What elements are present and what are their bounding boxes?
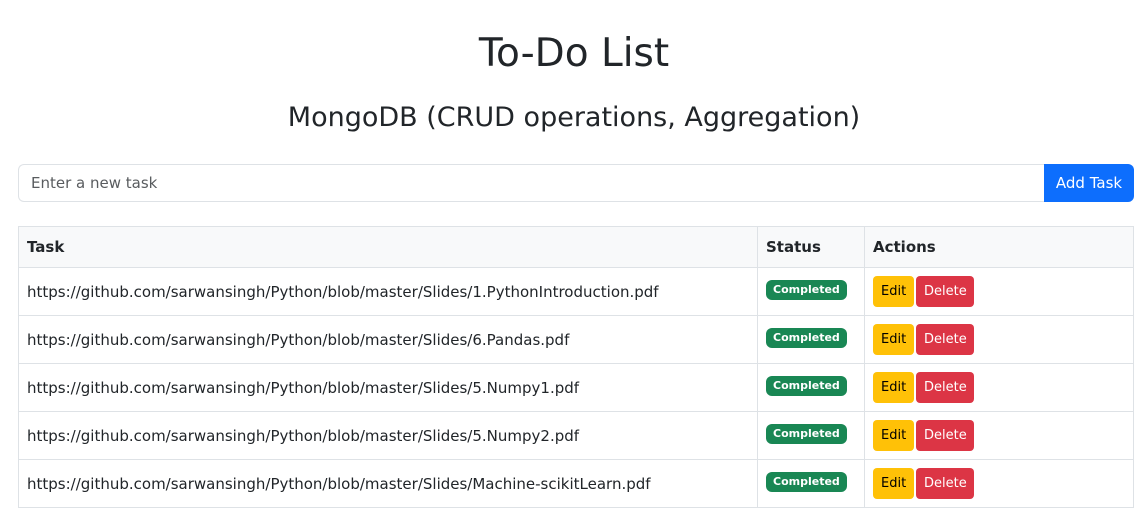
status-badge: Completed [766,376,847,396]
actions-cell: Edit Delete [864,315,1134,364]
table-row: https://github.com/sarwansingh/Python/bl… [18,411,1134,460]
column-header-status: Status [757,226,865,268]
status-badge: Completed [766,280,847,300]
page-subtitle: MongoDB (CRUD operations, Aggregation) [287,102,861,133]
edit-button[interactable]: Edit [873,468,914,499]
task-text: https://github.com/sarwansingh/Python/bl… [18,411,758,460]
edit-button[interactable]: Edit [873,324,914,355]
table-row: https://github.com/sarwansingh/Python/bl… [18,267,1134,316]
status-badge: Completed [766,472,847,492]
edit-button[interactable]: Edit [873,420,914,451]
status-cell: Completed [757,459,865,508]
delete-button[interactable]: Delete [916,276,974,307]
new-task-input[interactable] [18,164,1044,202]
table-row: https://github.com/sarwansingh/Python/bl… [18,459,1134,508]
delete-button[interactable]: Delete [916,468,974,499]
edit-button[interactable]: Edit [873,276,914,307]
delete-button[interactable]: Delete [916,324,974,355]
page-title: To-Do List [478,31,670,76]
status-badge: Completed [766,424,847,444]
edit-button[interactable]: Edit [873,372,914,403]
delete-button[interactable]: Delete [916,372,974,403]
status-cell: Completed [757,363,865,412]
add-task-button[interactable]: Add Task [1044,164,1134,202]
actions-cell: Edit Delete [864,267,1134,316]
actions-cell: Edit Delete [864,459,1134,508]
table-row: https://github.com/sarwansingh/Python/bl… [18,315,1134,364]
status-cell: Completed [757,411,865,460]
task-table: Task Status Actions https://github.com/s… [18,226,1134,508]
status-cell: Completed [757,315,865,364]
table-header-row: Task Status Actions [18,226,1134,268]
todo-page: To-Do List MongoDB (CRUD operations, Agg… [0,0,1148,512]
task-text: https://github.com/sarwansingh/Python/bl… [18,459,758,508]
delete-button[interactable]: Delete [916,420,974,451]
actions-cell: Edit Delete [864,411,1134,460]
table-row: https://github.com/sarwansingh/Python/bl… [18,363,1134,412]
status-badge: Completed [766,328,847,348]
column-header-actions: Actions [864,226,1134,268]
actions-cell: Edit Delete [864,363,1134,412]
new-task-form: Add Task [18,164,1134,202]
task-text: https://github.com/sarwansingh/Python/bl… [18,363,758,412]
status-cell: Completed [757,267,865,316]
column-header-task: Task [18,226,758,268]
task-text: https://github.com/sarwansingh/Python/bl… [18,267,758,316]
task-text: https://github.com/sarwansingh/Python/bl… [18,315,758,364]
